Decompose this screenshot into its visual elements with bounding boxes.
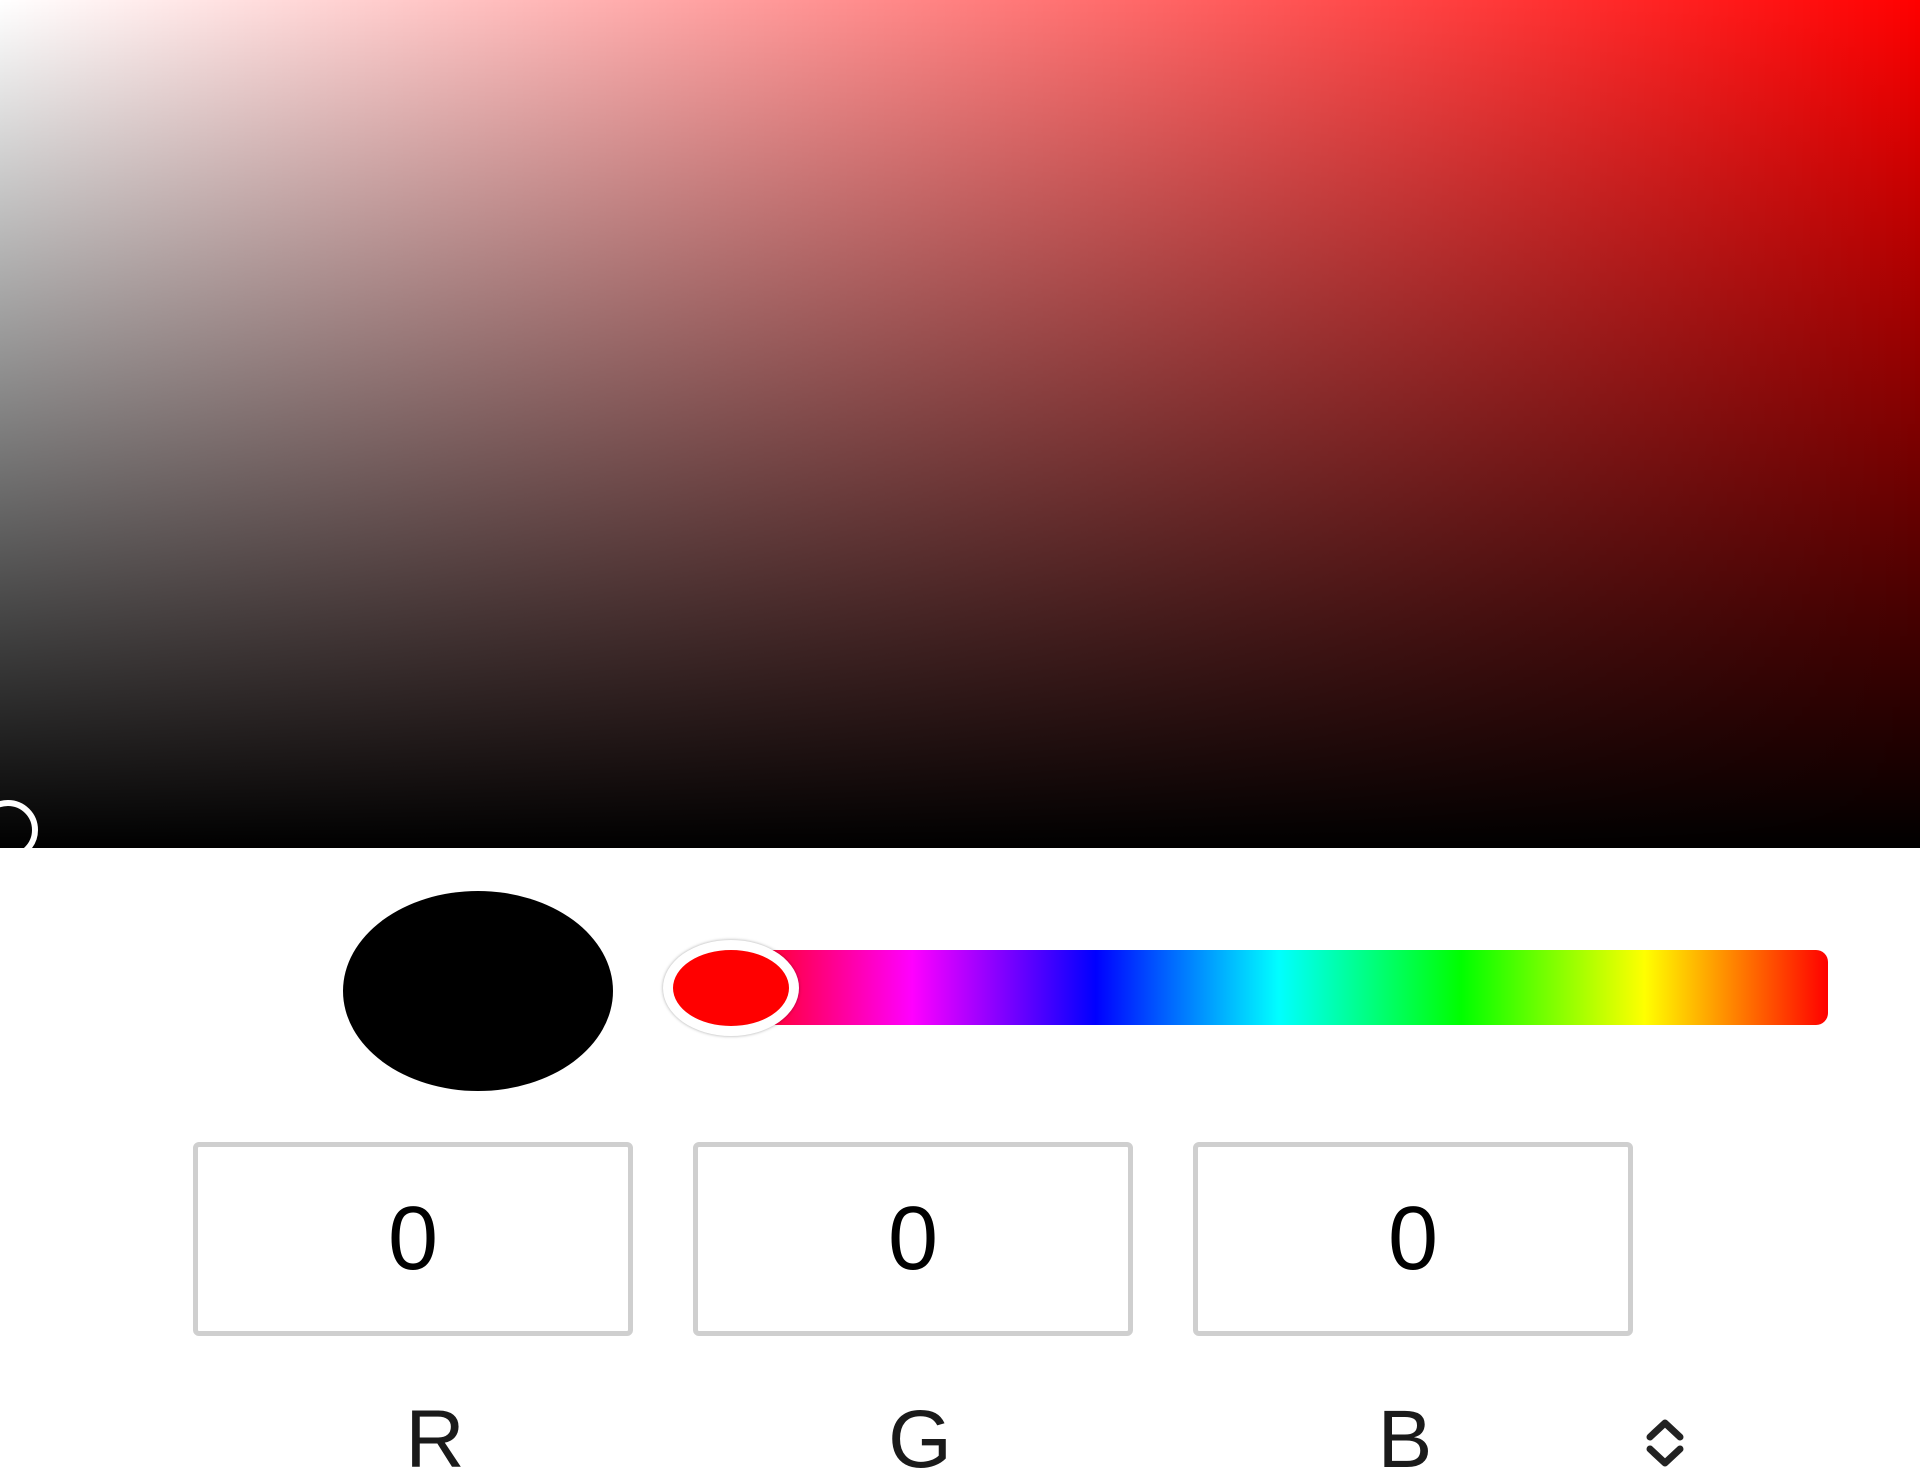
chevron-up-down-icon — [1646, 1419, 1684, 1467]
hue-slider-track[interactable] — [730, 950, 1828, 1025]
format-toggle-button[interactable] — [1640, 1415, 1690, 1471]
hue-slider-thumb[interactable] — [663, 940, 799, 1036]
green-channel-label: G — [888, 1394, 952, 1476]
blue-channel-input[interactable] — [1193, 1142, 1633, 1336]
color-picker: R G B — [0, 0, 1920, 1476]
blue-channel-label: B — [1377, 1394, 1433, 1476]
green-channel-input[interactable] — [693, 1142, 1133, 1336]
red-channel-label: R — [405, 1394, 465, 1476]
saturation-value-area[interactable] — [0, 0, 1920, 848]
red-channel-input[interactable] — [193, 1142, 633, 1336]
value-gradient — [0, 0, 1920, 848]
color-preview-swatch — [343, 891, 613, 1091]
